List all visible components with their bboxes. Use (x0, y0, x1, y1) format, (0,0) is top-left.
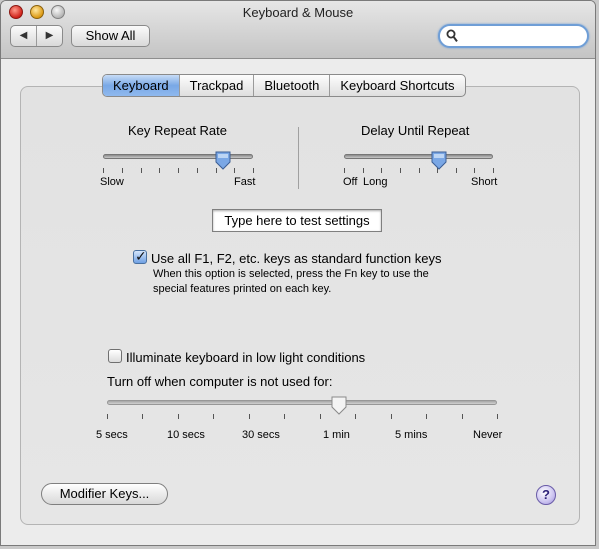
turnoff-thumb[interactable] (331, 396, 347, 415)
slider-tick (284, 414, 285, 419)
tab-keyboard[interactable]: Keyboard (103, 75, 179, 96)
key-repeat-min-label: Slow (100, 176, 124, 188)
turnoff-tick-label: 5 secs (96, 429, 128, 441)
search-input[interactable] (438, 24, 589, 48)
tab-bluetooth[interactable]: Bluetooth (253, 75, 329, 96)
turnoff-tick-label: 5 mins (395, 429, 428, 441)
delay-repeat-thumb[interactable] (431, 151, 447, 170)
slider-tick (391, 414, 392, 419)
help-icon[interactable]: ? (536, 485, 556, 505)
key-repeat-title: Key Repeat Rate (128, 123, 228, 138)
back-forward-buttons: ◀ ▶ (10, 25, 63, 47)
slider-tick (400, 168, 401, 173)
slider-tick (197, 168, 198, 173)
slider-tick (493, 168, 494, 173)
illuminate-label[interactable]: Illuminate keyboard in low light conditi… (126, 350, 365, 365)
slider-tick (320, 414, 321, 419)
turnoff-tick-label: Never (473, 429, 503, 441)
fn-keys-checkbox[interactable]: ✓ (133, 248, 147, 264)
slider-tick (249, 414, 250, 419)
slider-tick (497, 414, 498, 419)
slider-tick (381, 168, 382, 173)
slider-tick (474, 168, 475, 173)
slider-tick (141, 168, 142, 173)
slider-tick (107, 414, 108, 419)
key-repeat-max-label: Fast (234, 176, 256, 188)
delay-repeat-max-label: Short (471, 176, 498, 188)
delay-repeat-off-label: Off (343, 176, 358, 188)
fn-keys-label[interactable]: Use all F1, F2, etc. keys as standard fu… (151, 251, 441, 266)
title-bar: Keyboard & Mouse ◀ ▶ Show All (1, 1, 595, 59)
keyboard-panel (20, 86, 580, 525)
illuminate-checkbox[interactable] (108, 349, 122, 363)
show-all-button[interactable]: Show All (71, 25, 150, 47)
delay-repeat-title: Delay Until Repeat (361, 123, 470, 138)
slider-tick (122, 168, 123, 173)
fn-keys-description-1: When this option is selected, press the … (153, 268, 429, 280)
slider-tick (344, 168, 345, 173)
slider-tick (462, 414, 463, 419)
slider-tick (253, 168, 254, 173)
slider-tick (426, 414, 427, 419)
fn-keys-description-2: special features printed on each key. (153, 283, 332, 295)
tab-keyboard-shortcuts[interactable]: Keyboard Shortcuts (329, 75, 464, 96)
slider-tick (178, 414, 179, 419)
slider-tick (178, 168, 179, 173)
delay-repeat-slider[interactable] (344, 154, 493, 159)
slider-tick (456, 168, 457, 173)
tab-trackpad[interactable]: Trackpad (178, 75, 254, 96)
turnoff-tick-label: 30 secs (242, 429, 280, 441)
slider-divider (298, 127, 299, 189)
search-icon (446, 29, 458, 42)
back-button[interactable]: ◀ (11, 26, 37, 46)
delay-repeat-min-label: Long (363, 176, 388, 188)
test-settings-field[interactable]: Type here to test settings (212, 209, 382, 232)
slider-tick (103, 168, 104, 173)
slider-tick (234, 168, 235, 173)
slider-tick (213, 414, 214, 419)
slider-tick (142, 414, 143, 419)
tab-bar: Keyboard Trackpad Bluetooth Keyboard Sho… (102, 74, 466, 97)
slider-tick (363, 168, 364, 173)
turnoff-tick-label: 1 min (323, 429, 350, 441)
window-title: Keyboard & Mouse (242, 5, 354, 20)
turnoff-label: Turn off when computer is not used for: (107, 374, 333, 389)
window: Keyboard & Mouse ◀ ▶ Show All Keyboard T… (0, 0, 596, 546)
turnoff-tick-label: 10 secs (167, 429, 205, 441)
modifier-keys-button[interactable]: Modifier Keys... (41, 483, 168, 505)
forward-button[interactable]: ▶ (37, 26, 62, 46)
slider-tick (419, 168, 420, 173)
turnoff-slider[interactable] (107, 400, 497, 405)
key-repeat-thumb[interactable] (215, 151, 231, 170)
checkmark-icon: ✓ (135, 248, 147, 264)
slider-tick (159, 168, 160, 173)
slider-tick (355, 414, 356, 419)
